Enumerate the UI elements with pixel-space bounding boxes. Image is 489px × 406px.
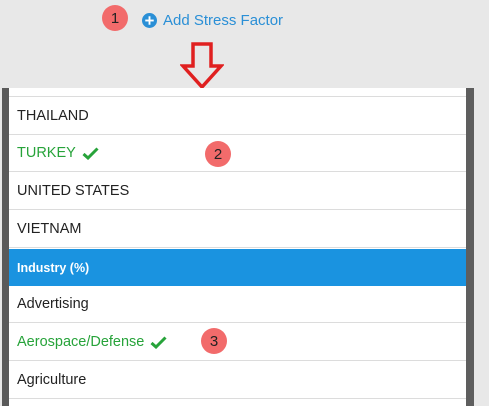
- add-stress-factor-label: Add Stress Factor: [163, 11, 284, 29]
- list-item-advertising[interactable]: Advertising: [9, 286, 466, 323]
- list-item-aerospace-defense[interactable]: Aerospace/Defense: [9, 324, 466, 361]
- scrollbar[interactable]: [466, 88, 474, 406]
- step-badge-3: 3: [201, 328, 227, 354]
- stress-factor-list-panel: THAILAND TURKEY UNITED STATES VIETNAM In…: [2, 88, 474, 406]
- category-header-industry: Industry (%): [9, 249, 466, 286]
- category-label: Industry (%): [17, 260, 90, 275]
- list-item-label: VIETNAM: [17, 221, 82, 237]
- list-item-agriculture[interactable]: Agriculture: [9, 362, 466, 399]
- plus-circle-icon: [142, 12, 157, 28]
- list-item-united-states[interactable]: UNITED STATES: [9, 173, 466, 210]
- toolbar-header: 1 Add Stress Factor: [0, 0, 489, 90]
- list-item-label: THAILAND: [17, 108, 89, 124]
- step-badge-2: 2: [205, 141, 231, 167]
- list-item-label: Advertising: [17, 296, 89, 312]
- step-badge-1: 1: [102, 5, 128, 31]
- list-item-thailand[interactable]: THAILAND: [9, 98, 466, 135]
- list-item-vietnam[interactable]: VIETNAM: [9, 211, 466, 248]
- list-item-label: Agriculture: [17, 372, 87, 388]
- list-item-turkey[interactable]: TURKEY: [9, 135, 466, 172]
- checkmark-icon: [82, 146, 99, 160]
- list-item-label: UNITED STATES: [17, 183, 130, 199]
- list-top-edge: [9, 88, 466, 97]
- add-stress-factor-button[interactable]: Add Stress Factor: [142, 9, 283, 31]
- list-item-label: Aerospace/Defense: [17, 334, 145, 350]
- stress-factor-list[interactable]: THAILAND TURKEY UNITED STATES VIETNAM In…: [9, 88, 466, 406]
- list-item-label: TURKEY: [17, 145, 76, 161]
- checkmark-icon: [150, 335, 167, 349]
- list-left-border: [2, 88, 9, 406]
